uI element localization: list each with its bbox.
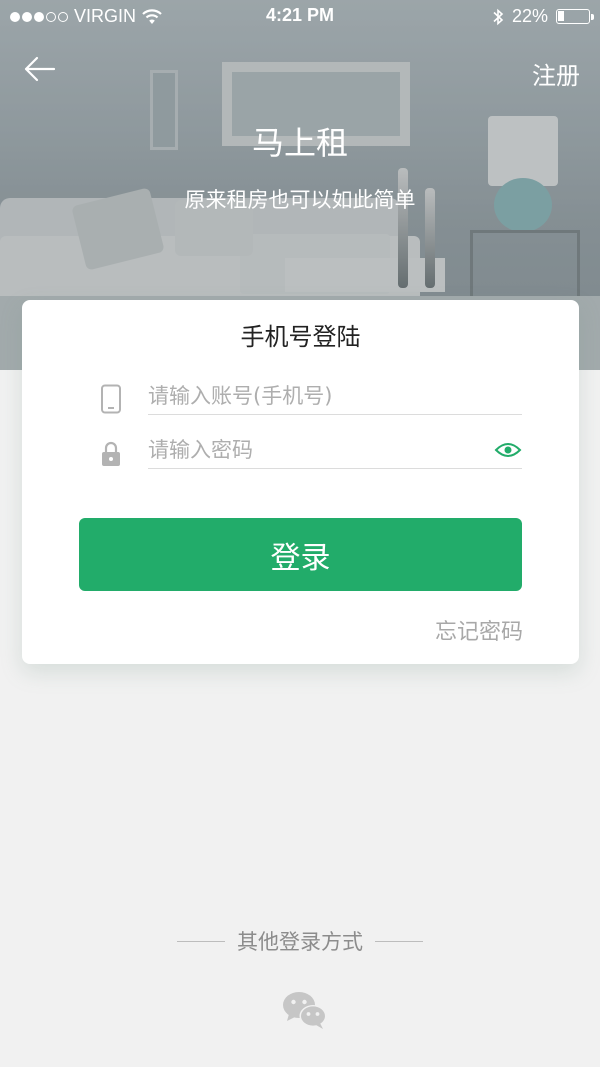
divider-line-right [375, 940, 423, 942]
account-underline [148, 414, 522, 415]
login-screen: VIRGIN 4:21 PM 22% 注册 马上租 原来租房也可以如此简单 手机… [0, 0, 600, 1067]
password-input[interactable] [148, 432, 522, 468]
login-button[interactable]: 登录 [79, 518, 522, 591]
other-login-label: 其他登录方式 [237, 930, 363, 954]
wechat-icon[interactable] [282, 990, 328, 1030]
account-field [100, 378, 522, 422]
back-arrow-icon[interactable] [22, 54, 56, 84]
app-subtitle: 原来租房也可以如此简单 [184, 188, 416, 212]
divider-line-left [177, 940, 225, 942]
other-login-divider: 其他登录方式 [0, 926, 600, 956]
phone-icon [101, 384, 121, 414]
bluetooth-icon [493, 8, 504, 25]
battery-percent: 22% [511, 6, 548, 26]
register-link[interactable]: 注册 [532, 56, 580, 91]
lock-icon [102, 441, 120, 466]
app-title: 马上租 [251, 124, 348, 162]
forgot-password-link[interactable]: 忘记密码 [435, 614, 523, 646]
status-bar: VIRGIN 4:21 PM 22% [0, 0, 600, 34]
eye-icon[interactable] [494, 440, 522, 460]
card-title: 手机号登陆 [240, 323, 361, 351]
password-field [100, 432, 522, 476]
login-card: 手机号登陆 登录 忘记密码 [22, 300, 579, 664]
battery-icon [556, 9, 594, 24]
password-underline [148, 468, 522, 469]
account-input[interactable] [148, 378, 522, 414]
